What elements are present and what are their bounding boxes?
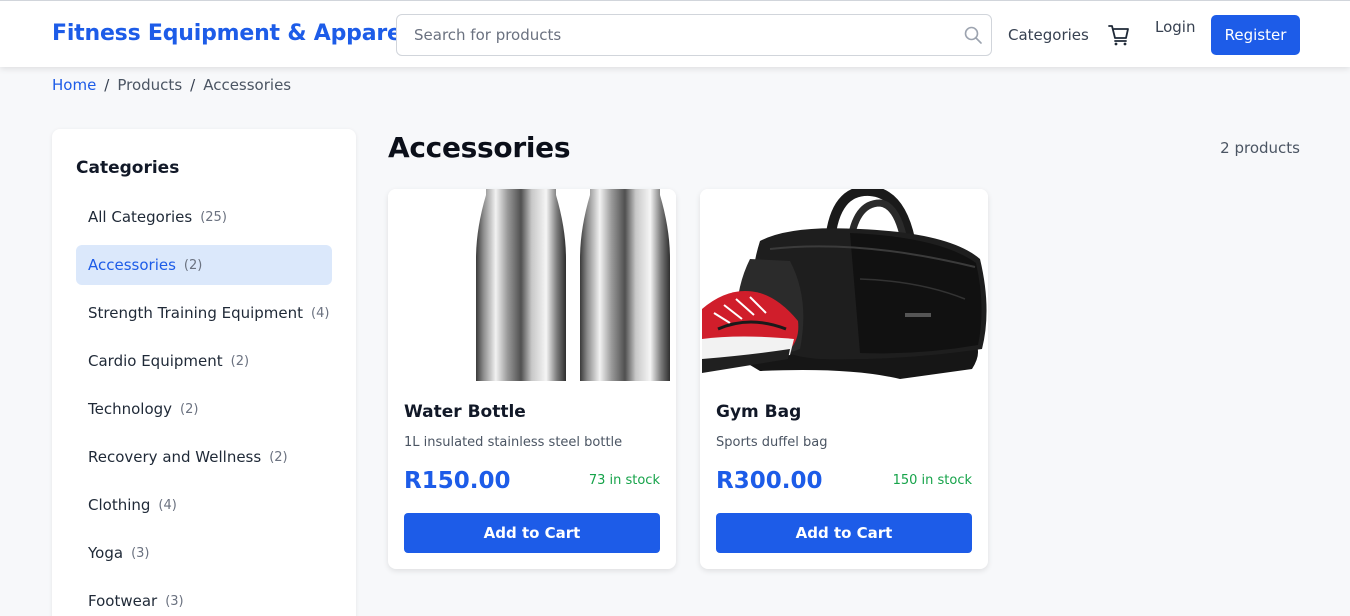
breadcrumb-separator: / <box>104 76 110 94</box>
sidebar-item-label: Recovery and Wellness <box>88 448 262 466</box>
sidebar-item-label: Strength Training Equipment <box>88 304 304 322</box>
brand-logo-text[interactable]: Fitness Equipment & Apparel <box>52 21 409 46</box>
search-bar[interactable] <box>396 14 992 56</box>
sidebar-item-label: Footwear <box>88 592 158 610</box>
sidebar-item-label: Cardio Equipment <box>88 352 223 370</box>
stock-status: 73 in stock <box>588 473 660 488</box>
sidebar-item-count: (25) <box>200 209 227 225</box>
gym-bag-image[interactable] <box>700 189 988 381</box>
product-name[interactable]: Gym Bag <box>716 402 801 422</box>
cart-icon[interactable] <box>1107 23 1131 47</box>
sidebar-item-label: Accessories <box>88 256 176 274</box>
sidebar-item-accessories[interactable]: Accessories (2) <box>76 245 332 285</box>
sidebar-item-strength-training[interactable]: Strength Training Equipment (4) <box>76 293 332 333</box>
nav-categories-link[interactable]: Categories <box>1008 26 1089 44</box>
sidebar-title: Categories <box>76 158 180 178</box>
product-card-gym-bag[interactable]: Gym Bag Sports duffel bag R300.00 150 in… <box>700 189 988 569</box>
sidebar-item-clothing[interactable]: Clothing (4) <box>76 485 332 525</box>
product-count: 2 products <box>1220 139 1300 157</box>
add-to-cart-button[interactable]: Add to Cart <box>404 513 660 553</box>
breadcrumb-current: Accessories <box>203 76 292 94</box>
categories-sidebar: Categories All Categories (25) Accessori… <box>52 129 356 616</box>
search-icon[interactable] <box>963 25 983 45</box>
sidebar-item-footwear[interactable]: Footwear (3) <box>76 581 332 616</box>
add-to-cart-button[interactable]: Add to Cart <box>716 513 972 553</box>
sidebar-item-count: (2) <box>269 449 288 465</box>
sidebar-item-count: (4) <box>311 305 330 321</box>
top-header: Fitness Equipment & Apparel Categories L… <box>0 0 1350 67</box>
sidebar-item-label: All Categories <box>88 208 193 226</box>
sidebar-item-count: (2) <box>180 401 199 417</box>
login-link[interactable]: Login <box>1155 18 1195 36</box>
breadcrumb-home[interactable]: Home <box>52 76 96 94</box>
sidebar-item-label: Yoga <box>88 544 124 562</box>
sidebar-item-all-categories[interactable]: All Categories (25) <box>76 197 332 237</box>
page-title: Accessories <box>388 131 571 164</box>
product-name[interactable]: Water Bottle <box>404 402 526 422</box>
sidebar-item-cardio[interactable]: Cardio Equipment (2) <box>76 341 332 381</box>
sidebar-item-yoga[interactable]: Yoga (3) <box>76 533 332 573</box>
sidebar-item-count: (2) <box>230 353 250 369</box>
search-input[interactable] <box>398 16 948 54</box>
sidebar-item-recovery-wellness[interactable]: Recovery and Wellness (2) <box>76 437 332 477</box>
product-card-water-bottle[interactable]: Water Bottle 1L insulated stainless stee… <box>388 189 676 569</box>
register-button[interactable]: Register <box>1211 15 1300 55</box>
sidebar-item-label: Technology <box>88 400 173 418</box>
stock-status: 150 in stock <box>892 473 972 488</box>
product-price: R150.00 <box>404 468 511 494</box>
sidebar-item-count: (2) <box>183 257 203 273</box>
breadcrumb: Home / Products / Accessories <box>52 76 291 94</box>
product-description: 1L insulated stainless steel bottle <box>404 435 623 450</box>
water-bottle-image[interactable] <box>388 189 676 381</box>
sidebar-item-count: (3) <box>131 545 150 561</box>
product-description: Sports duffel bag <box>716 435 828 450</box>
sidebar-item-technology[interactable]: Technology (2) <box>76 389 332 429</box>
sidebar-item-count: (3) <box>165 593 184 609</box>
breadcrumb-products[interactable]: Products <box>117 76 182 94</box>
product-price: R300.00 <box>716 468 823 494</box>
sidebar-item-count: (4) <box>158 497 177 513</box>
breadcrumb-separator: / <box>190 76 196 94</box>
sidebar-item-label: Clothing <box>88 496 151 514</box>
